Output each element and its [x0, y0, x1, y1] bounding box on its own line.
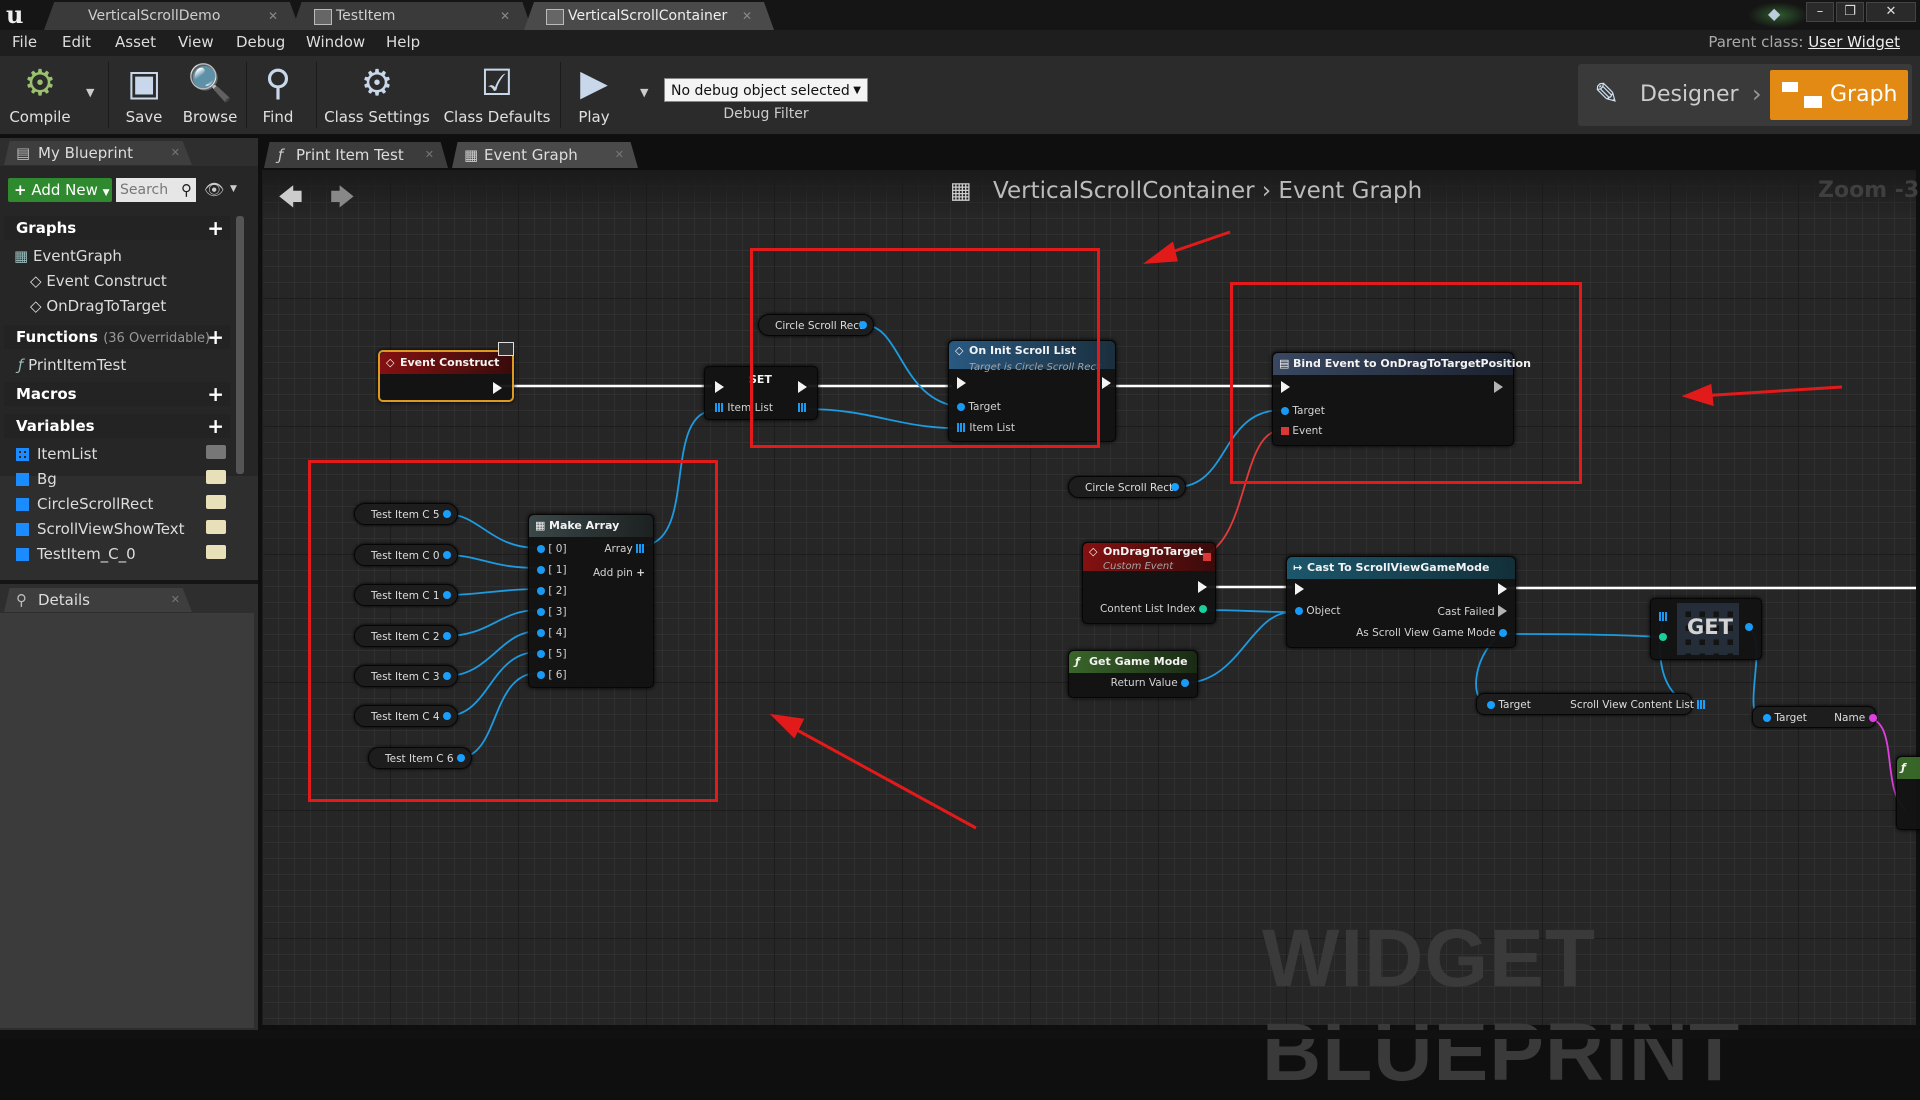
array-get-node[interactable]: GET — [1650, 598, 1762, 660]
pin-label: Object — [1306, 605, 1341, 617]
function-f-icon: ƒ — [1901, 761, 1906, 774]
return-value-pin[interactable]: Return Value — [1111, 677, 1189, 689]
event-construct-header: ◇ Event Construct — [380, 352, 512, 374]
get-game-mode-node[interactable]: ƒ Get Game Mode Return Value — [1068, 650, 1198, 698]
breakpoint-monitor-icon — [498, 342, 514, 356]
annotation-arrowhead — [769, 713, 805, 739]
function-f-icon: ƒ — [1075, 655, 1080, 668]
output-pin[interactable] — [1868, 714, 1877, 722]
annotation-arrow-bottom — [785, 722, 977, 830]
status-bar — [0, 1030, 1920, 1039]
graph-wires — [445, 230, 1916, 830]
pin-label: Target — [1774, 712, 1807, 724]
annotation-arrow-right — [1699, 385, 1843, 398]
index-in-pin[interactable] — [1659, 631, 1667, 643]
output-pin[interactable] — [1171, 483, 1179, 491]
event-diamond-icon: ◇ — [386, 356, 395, 369]
event-construct-node[interactable]: ◇ Event Construct — [378, 350, 514, 402]
offscreen-function-header: ƒ — [1897, 757, 1920, 779]
annotation-arrowhead — [1143, 241, 1178, 264]
exec-in-pin[interactable] — [1295, 583, 1304, 596]
exec-out-pin[interactable] — [1198, 581, 1207, 594]
pin-label: Return Value — [1110, 677, 1178, 689]
variable-label: Circle Scroll Rect — [1085, 482, 1174, 494]
cast-to-scrollviewgamemode-node[interactable]: ↦ Cast To ScrollViewGameMode Object Cast… — [1286, 556, 1516, 648]
scroll-view-content-list-getter[interactable]: Target Scroll View Content List — [1476, 693, 1707, 715]
delegate-out-pin[interactable] — [1203, 553, 1211, 561]
pin-label: Name — [1834, 712, 1866, 724]
output-pin[interactable] — [1697, 700, 1707, 709]
name-getter[interactable]: Target Name — [1752, 706, 1877, 728]
pin-label: Content List Index — [1099, 603, 1196, 615]
node-title: Get Game Mode — [1089, 655, 1188, 668]
event-diamond-icon: ◇ — [1089, 545, 1098, 558]
annotation-arrowhead — [1681, 383, 1714, 407]
exec-out-pin[interactable] — [1102, 377, 1111, 390]
circle-scroll-rect-getter-2[interactable]: Circle Scroll Rect — [1068, 476, 1186, 498]
cast-failed-pin[interactable]: Cast Failed — [1437, 605, 1507, 618]
offscreen-function-node[interactable]: ƒ — [1896, 756, 1920, 830]
array-in-pin[interactable] — [1659, 611, 1668, 623]
pin-label: Cast Failed — [1437, 606, 1495, 618]
object-pin[interactable]: Object — [1295, 605, 1341, 617]
pin-label: Scroll View Content List — [1570, 699, 1694, 711]
node-title: GET — [1687, 615, 1733, 639]
pin-label: As Scroll View Game Mode — [1356, 627, 1496, 639]
target-pin[interactable] — [1487, 701, 1495, 709]
cast-header: ↦ Cast To ScrollViewGameMode — [1287, 557, 1515, 579]
node-title: Event Construct — [400, 356, 500, 369]
exec-out-pin[interactable] — [493, 382, 502, 395]
annotation-box-array — [308, 460, 718, 802]
on-drag-header: ◇ OnDragToTarget Custom Event — [1083, 543, 1215, 572]
node-subtitle: Custom Event — [1103, 561, 1174, 572]
annotation-box-bind — [1230, 282, 1582, 484]
item-out-pin[interactable] — [1745, 621, 1753, 633]
on-drag-to-target-node[interactable]: ◇ OnDragToTarget Custom Event Content Li… — [1082, 542, 1216, 624]
wire-asmode-get — [1499, 633, 1663, 638]
content-list-index-pin[interactable]: Content List Index — [1100, 603, 1207, 615]
pin-label: Target — [1498, 699, 1531, 711]
target-pin[interactable] — [1763, 714, 1771, 722]
node-title: OnDragToTarget — [1103, 545, 1204, 558]
exec-in-pin[interactable] — [715, 381, 724, 394]
get-game-mode-header: ƒ Get Game Mode — [1069, 651, 1197, 673]
as-scroll-view-game-mode-pin[interactable]: As Scroll View Game Mode — [1356, 627, 1507, 639]
node-title: Cast To ScrollViewGameMode — [1307, 561, 1490, 574]
exec-out-pin[interactable] — [1498, 583, 1507, 596]
cast-arrows-icon: ↦ — [1293, 561, 1303, 574]
annotation-box-init — [750, 248, 1100, 448]
